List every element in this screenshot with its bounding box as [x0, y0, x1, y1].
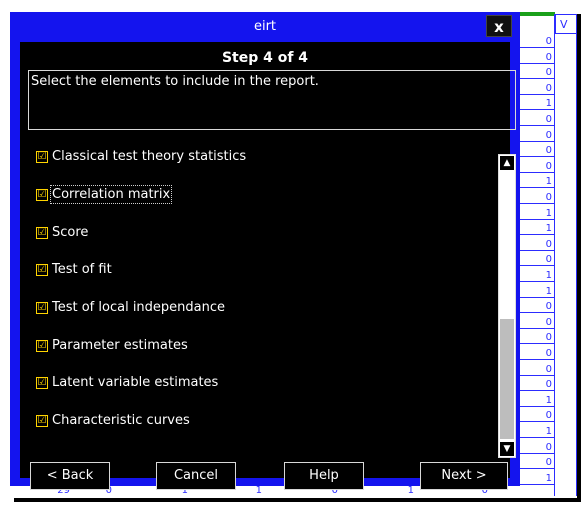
table-cell[interactable]: 0	[520, 145, 554, 158]
scroll-down-icon[interactable]: ▼	[500, 442, 514, 456]
table-cell[interactable]: 1	[520, 473, 554, 485]
checkbox-icon[interactable]: ☑	[36, 150, 48, 163]
table-cell[interactable]: 0	[520, 239, 554, 251]
option-label: Characteristic curves	[52, 413, 190, 428]
cell-selection-indicator	[519, 12, 555, 16]
scrollbar-thumb[interactable]	[500, 319, 514, 439]
table-cell[interactable]: 0	[520, 379, 554, 392]
table-cell[interactable]: 0	[520, 457, 554, 470]
checkbox-icon[interactable]: ☑	[36, 188, 48, 201]
option-label: Classical test theory statistics	[52, 149, 247, 164]
option-characteristic-curves[interactable]: ☑ Characteristic curves	[36, 410, 190, 432]
checkbox-icon[interactable]: ☑	[36, 263, 48, 276]
checkbox-icon[interactable]: ☑	[36, 226, 48, 239]
column-header-v[interactable]: V	[555, 14, 577, 34]
window-shadow	[577, 14, 581, 500]
option-score[interactable]: ☑ Score	[36, 222, 88, 244]
table-cell[interactable]: 0	[520, 114, 554, 126]
table-cell[interactable]: 0	[520, 52, 554, 64]
option-label: Correlation matrix	[49, 185, 173, 204]
table-cell[interactable]: 0	[520, 254, 554, 267]
option-test-of-fit[interactable]: ☑ Test of fit	[36, 259, 112, 281]
help-button[interactable]: Help	[284, 462, 364, 490]
table-cell[interactable]: 1	[520, 426, 554, 438]
options-scrollbar[interactable]: ▲ ▼	[498, 154, 516, 458]
report-wizard-dialog: eirt x Step 4 of 4 Select the elements t…	[10, 12, 520, 490]
instructions-box: Select the elements to include in the re…	[28, 70, 516, 130]
dialog-title: eirt	[253, 19, 277, 34]
table-cell[interactable]: 0	[520, 332, 554, 345]
option-classical-test-theory[interactable]: ☑ Classical test theory statistics	[36, 146, 246, 168]
table-cell[interactable]: 0	[520, 67, 554, 80]
option-correlation-matrix[interactable]: ☑ Correlation matrix	[36, 184, 173, 206]
window-shadow	[14, 498, 581, 502]
table-cell[interactable]: 1	[520, 286, 554, 298]
checkbox-icon[interactable]: ☑	[36, 414, 48, 427]
cancel-button[interactable]: Cancel	[156, 462, 236, 490]
table-cell[interactable]: 0	[520, 301, 554, 314]
option-label: Latent variable estimates	[52, 375, 219, 390]
step-title: Step 4 of 4	[221, 50, 309, 66]
checkbox-icon[interactable]: ☑	[36, 339, 48, 352]
table-cell[interactable]: 0	[520, 442, 554, 454]
table-cell[interactable]: 1	[520, 208, 554, 220]
table-cell[interactable]: 0	[520, 130, 554, 142]
table-cell[interactable]: 0	[520, 410, 554, 423]
option-label: Parameter estimates	[52, 338, 188, 353]
option-latent-variable-estimates[interactable]: ☑ Latent variable estimates	[36, 372, 218, 394]
column-gridline	[554, 14, 555, 496]
option-parameter-estimates[interactable]: ☑ Parameter estimates	[36, 335, 188, 357]
report-elements-list: ☑ Classical test theory statistics ☑ Corre…	[28, 138, 488, 478]
table-cell[interactable]: 0	[520, 364, 554, 376]
next-button[interactable]: Next >	[420, 462, 508, 490]
scroll-up-icon[interactable]: ▲	[500, 156, 514, 170]
table-cell[interactable]: 0	[520, 161, 554, 173]
table-cell[interactable]: 1	[520, 176, 554, 189]
option-label: Test of local independance	[52, 300, 226, 315]
table-cell[interactable]: 1	[520, 98, 554, 111]
option-label: Test of fit	[52, 262, 112, 277]
table-cell[interactable]: 0	[520, 83, 554, 95]
checkbox-icon[interactable]: ☑	[36, 301, 48, 314]
table-cell[interactable]: 1	[520, 223, 554, 236]
table-cell[interactable]: 0	[520, 192, 554, 204]
table-cell[interactable]: 0	[520, 36, 554, 48]
back-button[interactable]: < Back	[30, 462, 110, 490]
dialog-body: Step 4 of 4 Select the elements to inclu…	[20, 42, 516, 490]
table-cell[interactable]: 0	[520, 317, 554, 329]
option-test-of-local-independance[interactable]: ☑ Test of local independance	[36, 297, 225, 319]
option-label: Score	[52, 225, 89, 240]
table-cell[interactable]: 0	[520, 348, 554, 360]
table-cell[interactable]: 1	[520, 270, 554, 282]
close-button[interactable]: x	[486, 15, 512, 37]
table-cell[interactable]: 1	[520, 395, 554, 407]
checkbox-icon[interactable]: ☑	[36, 376, 48, 389]
